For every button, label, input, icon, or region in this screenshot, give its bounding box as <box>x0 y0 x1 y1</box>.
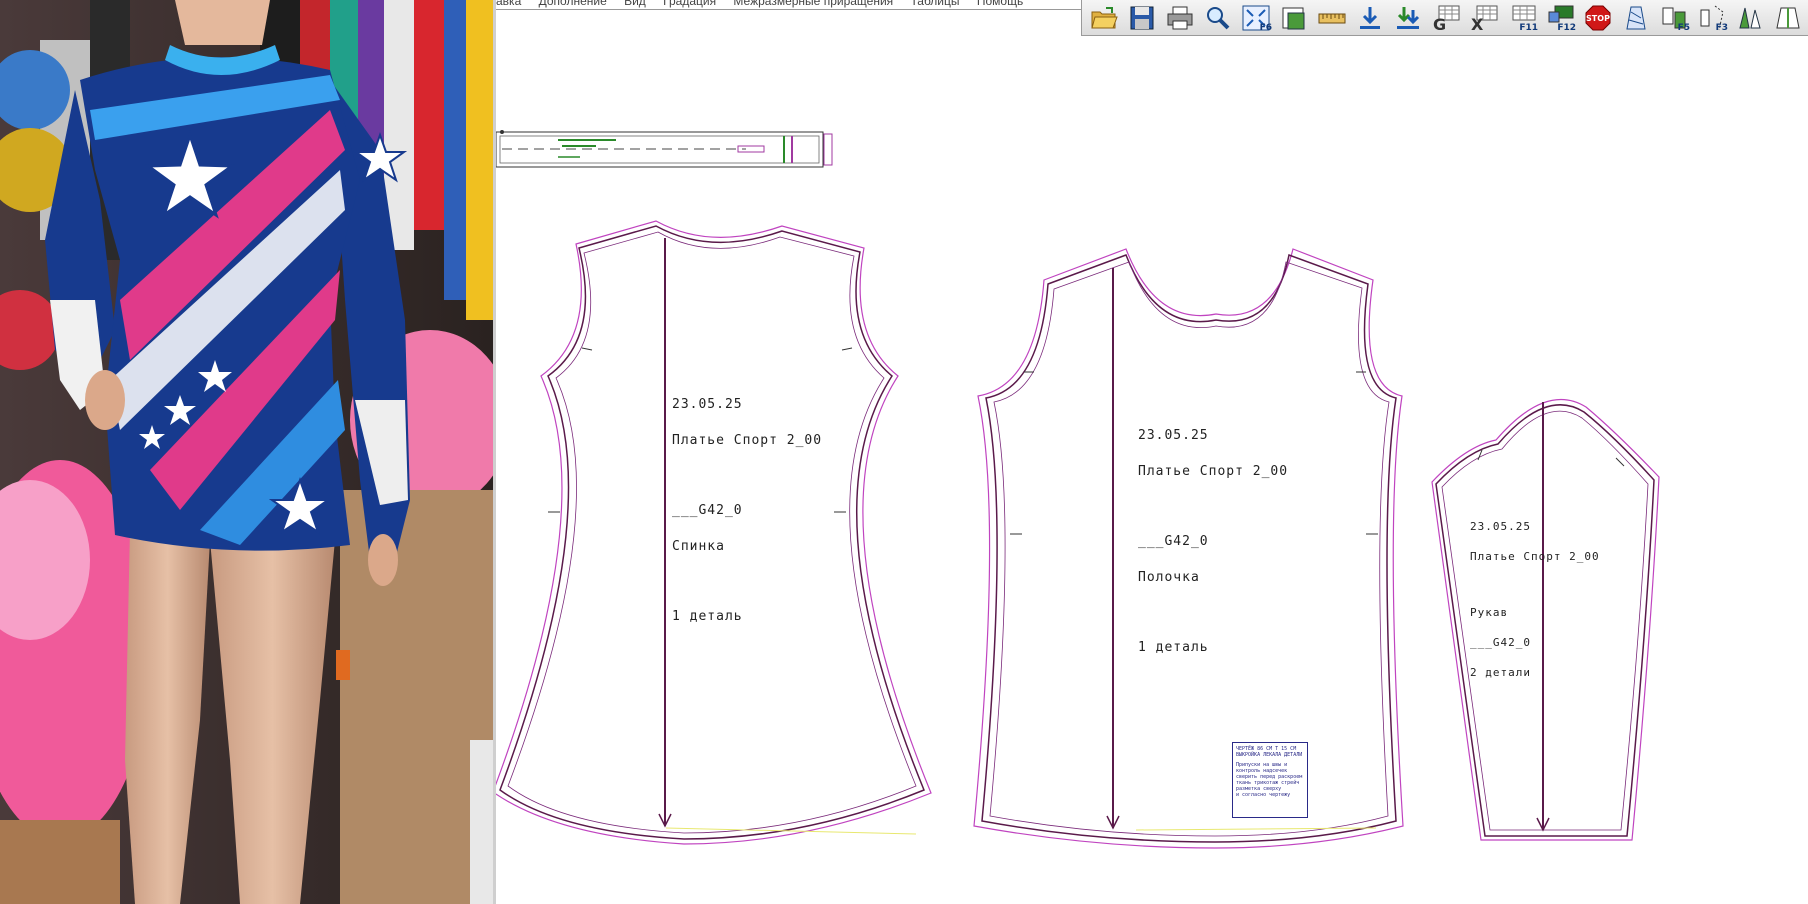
back-date: 23.05.25 <box>672 397 743 412</box>
menu-bar: авка Дополнение Вид Градация Межразмерны… <box>496 0 1076 8</box>
menu-item-increments[interactable]: Межразмерные приращения <box>733 0 893 8</box>
main-toolbar: F6 G X F11 F12 STOP F5 F3 <box>1081 0 1808 36</box>
info-stamp: ЧЕРТЁЖ 86 СМ Т 15 СМ ВЫКРОЙКА ЛЕКАЛА ДЕТ… <box>1232 742 1308 818</box>
menu-item-help[interactable]: Помощь <box>977 0 1023 8</box>
ruler-icon[interactable] <box>1314 2 1350 34</box>
sleeve-piece-label: 23.05.25 Платье Спорт 2_00 Рукав ___G42_… <box>1470 502 1600 698</box>
pattern-piece-icon[interactable] <box>1618 2 1654 34</box>
stamp-line: и согласно чертежу <box>1236 792 1291 798</box>
svg-text:G: G <box>1433 15 1446 32</box>
menu-separator <box>496 9 1081 10</box>
svg-text:X: X <box>1471 15 1484 32</box>
pieces-f3-icon[interactable]: F3 <box>1694 2 1730 34</box>
sleeve-icon[interactable] <box>1770 2 1806 34</box>
pattern-canvas[interactable]: 23.05.25 Платье Спорт 2_00 ___G42_0 Спин… <box>496 36 1808 904</box>
front-date: 23.05.25 <box>1138 428 1209 443</box>
sleeve-qty: 2 детали <box>1470 666 1531 679</box>
measure-icon[interactable] <box>1732 2 1768 34</box>
menu-item-grading[interactable]: Градация <box>663 0 716 8</box>
back-piece-label: 23.05.25 Платье Спорт 2_00 ___G42_0 Спин… <box>672 375 822 647</box>
sleeve-name: Рукав <box>1470 606 1509 619</box>
download-double-icon[interactable] <box>1390 2 1426 34</box>
front-piece-label: 23.05.25 Платье Спорт 2_00 ___G42_0 Поло… <box>1138 406 1288 678</box>
save-disk-icon[interactable] <box>1124 2 1160 34</box>
zoom-fit-icon[interactable]: F6 <box>1238 2 1274 34</box>
magnifier-icon[interactable] <box>1200 2 1236 34</box>
back-name: Спинка <box>672 539 725 554</box>
table-x-icon[interactable]: X <box>1466 2 1502 34</box>
menu-item-addons[interactable]: Дополнение <box>539 0 607 8</box>
table-f11-icon[interactable]: F11 <box>1504 2 1540 34</box>
printer-icon[interactable] <box>1162 2 1198 34</box>
front-qty: 1 деталь <box>1138 640 1209 655</box>
back-model: Платье Спорт 2_00 <box>672 433 823 448</box>
back-size: ___G42_0 <box>672 503 743 518</box>
marker-strip[interactable] <box>496 130 833 168</box>
sleeve-date: 23.05.25 <box>1470 520 1531 533</box>
back-qty: 1 деталь <box>672 609 743 624</box>
front-name: Полочка <box>1138 570 1200 585</box>
stop-sign-icon[interactable]: STOP <box>1580 2 1616 34</box>
menu-item-view[interactable]: Вид <box>624 0 646 8</box>
stamp-line: ВЫКРОЙКА ЛЕКАЛА ДЕТАЛИ <box>1236 752 1303 758</box>
svg-text:STOP: STOP <box>1586 14 1610 23</box>
download-arrow-icon[interactable] <box>1352 2 1388 34</box>
front-model: Платье Спорт 2_00 <box>1138 464 1289 479</box>
grading-g-icon[interactable]: G <box>1428 2 1464 34</box>
page-view-icon[interactable] <box>1276 2 1312 34</box>
open-folder-icon[interactable] <box>1086 2 1122 34</box>
reference-photo <box>0 0 493 904</box>
sleeve-model: Платье Спорт 2_00 <box>1470 550 1600 563</box>
menu-item-tables[interactable]: Таблицы <box>911 0 960 8</box>
sleeve-size: ___G42_0 <box>1470 636 1531 649</box>
pieces-f5-icon[interactable]: F5 <box>1656 2 1692 34</box>
menu-item-edit[interactable]: авка <box>496 0 521 8</box>
front-size: ___G42_0 <box>1138 534 1209 549</box>
table-f12-icon[interactable]: F12 <box>1542 2 1578 34</box>
